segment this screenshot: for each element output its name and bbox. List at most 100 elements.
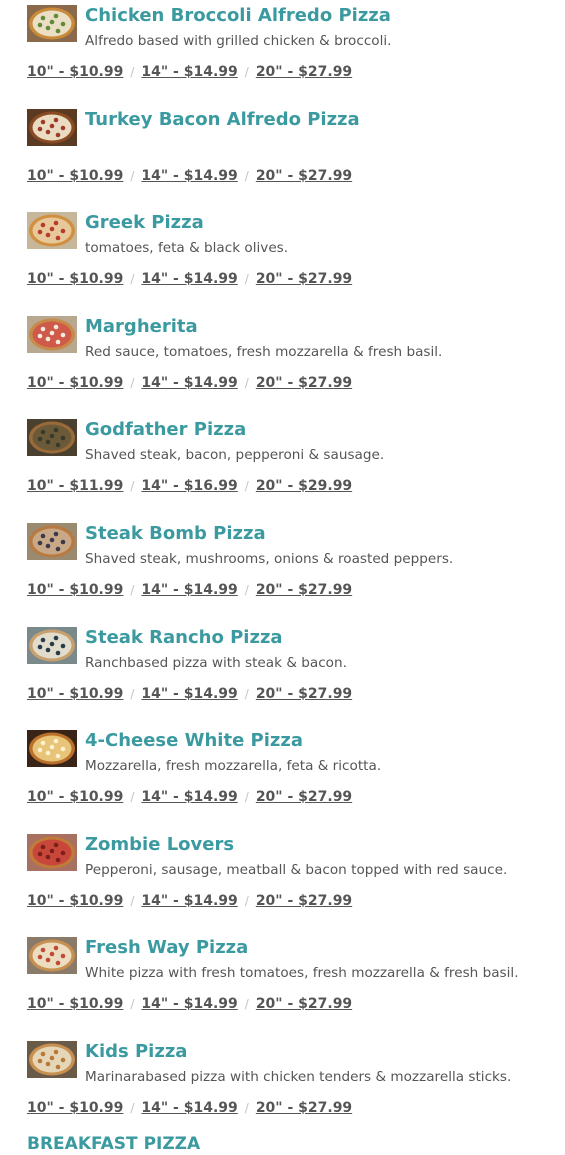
price-options: 10" - $10.99 / 14" - $14.99 / 20" - $27.99 xyxy=(27,892,352,910)
menu-item-description: Red sauce, tomatoes, fresh mozzarella & … xyxy=(85,343,443,360)
price-separator: / xyxy=(244,790,249,805)
menu-item-description: Mozzarella, fresh mozzarella, feta & ric… xyxy=(85,758,382,775)
price-link[interactable]: 10" - $10.99 xyxy=(27,582,123,598)
price-link[interactable]: 10" - $10.99 xyxy=(27,375,123,391)
pizza-thumbnail-image[interactable] xyxy=(27,937,77,975)
price-link[interactable]: 14" - $14.99 xyxy=(141,996,237,1012)
price-separator: / xyxy=(130,893,135,908)
menu-item-name[interactable]: Greek Pizza xyxy=(85,212,204,234)
price-separator: / xyxy=(130,65,135,79)
price-separator: / xyxy=(244,479,249,494)
price-link[interactable]: 14" - $14.99 xyxy=(141,582,237,598)
pizza-thumbnail-image[interactable] xyxy=(27,315,77,353)
price-separator: / xyxy=(130,686,135,701)
menu-item: Steak Bomb Pizza Shaved steak, mushrooms,… xyxy=(27,522,547,627)
price-options: 10" - $10.99 / 14" - $14.99 / 20" - $27.99 xyxy=(27,167,352,185)
price-options: 10" - $10.99 / 14" - $14.99 / 20" - $27.99 xyxy=(27,581,352,599)
menu-item-name[interactable]: Margherita xyxy=(85,316,198,338)
menu-list: Chicken Broccoli Alfredo Pizza Alfredo ba… xyxy=(27,5,547,1145)
price-link[interactable]: 14" - $14.99 xyxy=(141,271,237,287)
menu-item-name[interactable]: Chicken Broccoli Alfredo Pizza xyxy=(85,5,391,27)
section-title-breakfast-pizza[interactable]: BREAKFAST PIZZA xyxy=(27,1133,200,1155)
price-separator: / xyxy=(244,997,249,1012)
price-link[interactable]: 14" - $16.99 xyxy=(141,478,237,494)
price-link[interactable]: 20" - $27.99 xyxy=(256,168,352,184)
menu-item-description: Pepperoni, sausage, meatball & bacon top… xyxy=(85,861,508,878)
pizza-thumbnail-image[interactable] xyxy=(27,419,77,457)
price-separator: / xyxy=(244,168,249,183)
price-link[interactable]: 10" - $10.99 xyxy=(27,64,123,80)
price-options: 10" - $10.99 / 14" - $14.99 / 20" - $27.99 xyxy=(27,685,352,703)
price-link[interactable]: 14" - $14.99 xyxy=(141,789,237,805)
pizza-thumbnail-image[interactable] xyxy=(27,108,77,146)
price-options: 10" - $10.99 / 14" - $14.99 / 20" - $27.99 xyxy=(27,1099,352,1117)
menu-item-description: Marinarabased pizza with chicken tenders… xyxy=(85,1068,512,1085)
menu-item: Chicken Broccoli Alfredo Pizza Alfredo ba… xyxy=(27,5,547,109)
price-link[interactable]: 14" - $14.99 xyxy=(141,375,237,391)
price-separator: / xyxy=(130,479,135,494)
price-link[interactable]: 14" - $14.99 xyxy=(141,686,237,702)
price-link[interactable]: 20" - $29.99 xyxy=(256,478,352,494)
price-options: 10" - $10.99 / 14" - $14.99 / 20" - $27.99 xyxy=(27,995,352,1013)
price-link[interactable]: 20" - $27.99 xyxy=(256,375,352,391)
menu-item-name[interactable]: Zombie Lovers xyxy=(85,834,234,856)
price-link[interactable]: 20" - $27.99 xyxy=(256,893,352,909)
price-link[interactable]: 10" - $10.99 xyxy=(27,168,123,184)
price-link[interactable]: 10" - $10.99 xyxy=(27,996,123,1012)
menu-item-name[interactable]: Turkey Bacon Alfredo Pizza xyxy=(85,109,360,131)
menu-item-name[interactable]: 4-Cheese White Pizza xyxy=(85,730,303,752)
price-link[interactable]: 20" - $27.99 xyxy=(256,996,352,1012)
price-options: 10" - $10.99 / 14" - $14.99 / 20" - $27.99 xyxy=(27,374,352,392)
price-link[interactable]: 10" - $11.99 xyxy=(27,478,123,494)
menu-item: Greek Pizza tomatoes, feta & black olives… xyxy=(27,212,547,316)
menu-item-name[interactable]: Steak Bomb Pizza xyxy=(85,523,266,545)
pizza-thumbnail-image[interactable] xyxy=(27,626,77,664)
price-link[interactable]: 14" - $14.99 xyxy=(141,168,237,184)
price-link[interactable]: 20" - $27.99 xyxy=(256,686,352,702)
menu-item-description: White pizza with fresh tomatoes, fresh m… xyxy=(85,965,519,982)
price-separator: / xyxy=(244,272,249,287)
price-link[interactable]: 20" - $27.99 xyxy=(256,789,352,805)
pizza-thumbnail-image[interactable] xyxy=(27,730,77,768)
price-link[interactable]: 14" - $14.99 xyxy=(141,64,237,80)
menu-item: Steak Rancho Pizza Ranchbased pizza with … xyxy=(27,626,547,731)
menu-item-name[interactable]: Godfather Pizza xyxy=(85,419,246,441)
price-link[interactable]: 20" - $27.99 xyxy=(256,271,352,287)
pizza-thumbnail-image[interactable] xyxy=(27,833,77,871)
price-link[interactable]: 10" - $10.99 xyxy=(27,686,123,702)
price-link[interactable]: 14" - $14.99 xyxy=(141,893,237,909)
price-separator: / xyxy=(244,1100,249,1115)
price-options: 10" - $11.99 / 14" - $16.99 / 20" - $29.99 xyxy=(27,477,352,495)
price-link[interactable]: 20" - $27.99 xyxy=(256,1100,352,1116)
price-link[interactable]: 14" - $14.99 xyxy=(141,1100,237,1116)
price-separator: / xyxy=(130,582,135,597)
pizza-thumbnail-image[interactable] xyxy=(27,522,77,560)
price-link[interactable]: 20" - $27.99 xyxy=(256,64,352,80)
price-link[interactable]: 20" - $27.99 xyxy=(256,582,352,598)
price-link[interactable]: 10" - $10.99 xyxy=(27,789,123,805)
price-separator: / xyxy=(244,65,249,79)
menu-item-name[interactable]: Fresh Way Pizza xyxy=(85,937,248,959)
menu-item-name[interactable]: Steak Rancho Pizza xyxy=(85,627,283,649)
menu-item: Godfather Pizza Shaved steak, bacon, pepp… xyxy=(27,419,547,523)
menu-item: 4-Cheese White Pizza Mozzarella, fresh mo… xyxy=(27,730,547,834)
price-link[interactable]: 10" - $10.99 xyxy=(27,893,123,909)
menu-item-description: Ranchbased pizza with steak & bacon. xyxy=(85,654,347,671)
price-separator: / xyxy=(244,893,249,908)
pizza-thumbnail-image[interactable] xyxy=(27,5,77,42)
price-separator: / xyxy=(130,997,135,1012)
price-separator: / xyxy=(130,790,135,805)
price-separator: / xyxy=(130,168,135,183)
menu-item-name[interactable]: Kids Pizza xyxy=(85,1041,187,1063)
price-separator: / xyxy=(130,375,135,390)
pizza-thumbnail-image[interactable] xyxy=(27,212,77,250)
menu-item-description: Shaved steak, mushrooms, onions & roaste… xyxy=(85,550,454,567)
price-link[interactable]: 10" - $10.99 xyxy=(27,271,123,287)
pizza-thumbnail-image[interactable] xyxy=(27,1040,77,1078)
menu-item: Turkey Bacon Alfredo Pizza 10" - $10.99/1… xyxy=(27,108,547,213)
price-link[interactable]: 10" - $10.99 xyxy=(27,1100,123,1116)
price-separator: / xyxy=(130,1100,135,1115)
price-options: 10" - $10.99 / 14" - $14.99 / 20" - $27.99 xyxy=(27,788,352,806)
price-options: 10" - $10.99 / 14" - $14.99 / 20" - $27.99 xyxy=(27,63,352,81)
price-separator: / xyxy=(244,375,249,390)
